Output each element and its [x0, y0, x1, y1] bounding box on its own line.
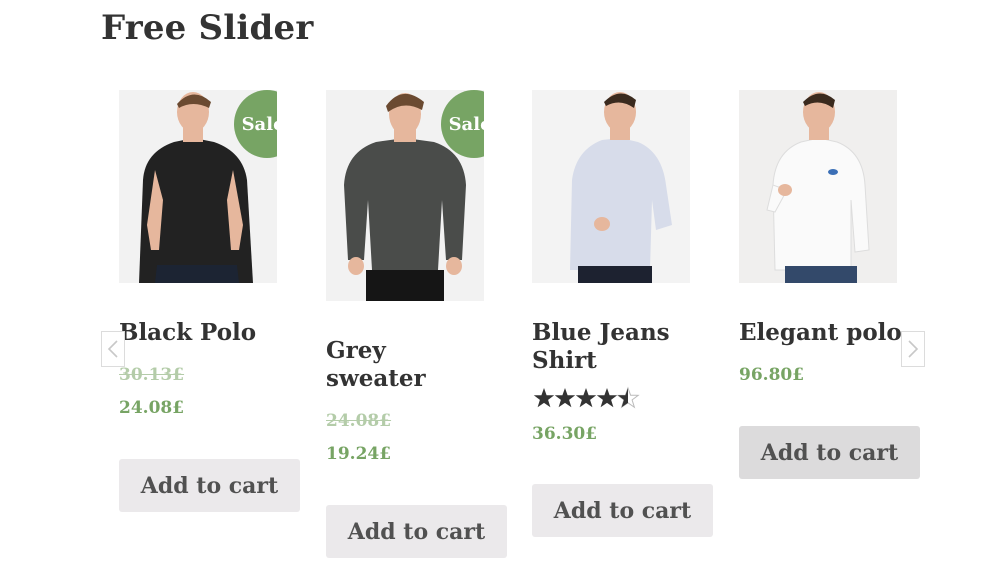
product-image[interactable]: Sale! — [326, 90, 484, 301]
product-card: Blue Jeans Shirt 36.30£ Add to cart — [532, 90, 714, 537]
chevron-right-icon — [908, 340, 919, 358]
product-name[interactable]: Black Polo — [119, 319, 301, 347]
add-to-cart-button[interactable]: Add to cart — [532, 484, 713, 537]
star-rating — [533, 386, 643, 414]
product-name[interactable]: Grey sweater — [326, 337, 508, 393]
price: 19.24£ — [326, 444, 392, 464]
product-name-line: Grey — [326, 337, 386, 364]
add-to-cart-button[interactable]: Add to cart — [326, 505, 507, 558]
add-to-cart-button[interactable]: Add to cart — [739, 426, 920, 479]
product-card: Sale! Black Polo 30.13£ 24.08£ Add to ca… — [119, 90, 301, 512]
product-name-line: Blue Jeans — [532, 319, 670, 346]
product-image[interactable] — [739, 90, 897, 283]
price: 24.08£ — [119, 398, 185, 418]
product-name-line: sweater — [326, 365, 426, 392]
page-title: Free Slider — [101, 8, 314, 48]
product-image[interactable]: Sale! — [119, 90, 277, 283]
star-icon — [554, 388, 576, 408]
product-name-line: Black Polo — [119, 319, 257, 346]
old-price: 30.13£ — [119, 365, 185, 385]
add-to-cart-button[interactable]: Add to cart — [119, 459, 300, 512]
product-card: Sale! Grey sweater 24.08£ 19.24£ Add to … — [326, 90, 508, 558]
product-name[interactable]: Elegant polo — [739, 319, 921, 347]
product-name-line: Shirt — [532, 347, 597, 374]
product-image[interactable] — [532, 90, 690, 283]
price: 36.30£ — [532, 424, 598, 444]
slider-next-button[interactable] — [901, 331, 925, 367]
star-icon — [575, 388, 597, 408]
chevron-left-icon — [107, 340, 118, 358]
star-icon — [533, 388, 555, 408]
price: 96.80£ — [739, 365, 805, 385]
product-name-line: Elegant polo — [739, 319, 902, 346]
product-name[interactable]: Blue Jeans Shirt — [532, 319, 714, 375]
slider-prev-button[interactable] — [101, 331, 125, 367]
star-icon — [596, 388, 618, 408]
old-price: 24.08£ — [326, 411, 392, 431]
product-card: Elegant polo 96.80£ Add to cart — [739, 90, 921, 479]
